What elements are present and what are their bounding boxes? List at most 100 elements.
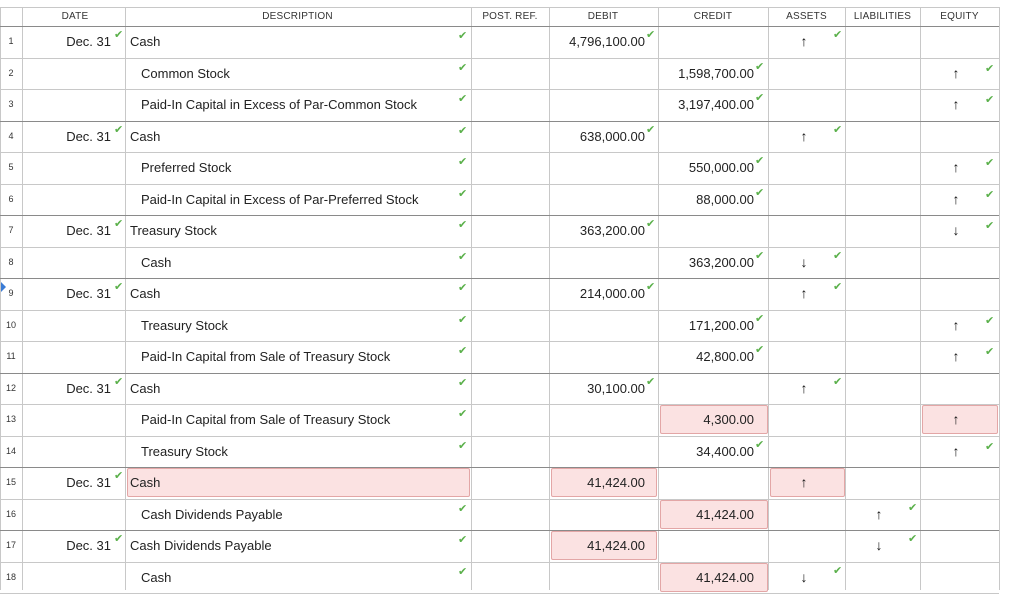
post-ref-field[interactable] xyxy=(472,341,548,372)
description-field[interactable]: Cash xyxy=(141,247,471,278)
description-field[interactable]: Cash xyxy=(130,373,460,404)
credit-field[interactable] xyxy=(660,278,754,309)
description-field[interactable]: Cash xyxy=(130,278,460,309)
credit-field[interactable]: 88,000.00 xyxy=(660,184,754,215)
post-ref-field[interactable] xyxy=(472,310,548,341)
credit-field[interactable] xyxy=(660,26,754,57)
equity-effect-arrow[interactable] xyxy=(946,499,966,530)
debit-field[interactable] xyxy=(552,436,645,467)
assets-effect-arrow[interactable] xyxy=(794,530,814,561)
description-field[interactable]: Cash xyxy=(141,562,471,593)
description-field[interactable]: Preferred Stock xyxy=(141,152,471,183)
post-ref-field[interactable] xyxy=(472,373,548,404)
post-ref-field[interactable] xyxy=(472,278,548,309)
date-cell[interactable] xyxy=(29,341,111,372)
liabilities-effect-arrow[interactable] xyxy=(869,373,889,404)
debit-field[interactable]: 41,424.00 xyxy=(552,530,645,561)
post-ref-field[interactable] xyxy=(472,562,548,593)
credit-field[interactable] xyxy=(660,373,754,404)
debit-field[interactable]: 638,000.00 xyxy=(552,121,645,152)
debit-field[interactable]: 4,796,100.00 xyxy=(552,26,645,57)
post-ref-field[interactable] xyxy=(472,26,548,57)
assets-effect-arrow[interactable] xyxy=(794,341,814,372)
liabilities-effect-arrow[interactable] xyxy=(869,436,889,467)
date-cell[interactable] xyxy=(29,562,111,593)
credit-field[interactable] xyxy=(660,530,754,561)
equity-effect-arrow[interactable]: ↑ xyxy=(946,152,966,183)
assets-effect-arrow[interactable] xyxy=(794,152,814,183)
liabilities-effect-arrow[interactable]: ↓ xyxy=(869,530,889,561)
assets-effect-arrow[interactable] xyxy=(794,310,814,341)
description-field[interactable]: Paid-In Capital from Sale of Treasury St… xyxy=(141,341,471,372)
date-cell[interactable]: Dec. 31 xyxy=(29,215,111,246)
equity-effect-arrow[interactable] xyxy=(946,562,966,593)
credit-field[interactable]: 34,400.00 xyxy=(660,436,754,467)
debit-field[interactable] xyxy=(552,310,645,341)
description-field[interactable]: Cash Dividends Payable xyxy=(130,530,460,561)
equity-effect-arrow[interactable]: ↑ xyxy=(946,310,966,341)
assets-effect-arrow[interactable]: ↑ xyxy=(794,467,814,498)
equity-effect-arrow[interactable] xyxy=(946,26,966,57)
equity-effect-arrow[interactable] xyxy=(946,278,966,309)
description-field[interactable]: Cash xyxy=(130,121,460,152)
liabilities-effect-arrow[interactable]: ↑ xyxy=(869,499,889,530)
debit-field[interactable]: 214,000.00 xyxy=(552,278,645,309)
description-field[interactable]: Treasury Stock xyxy=(141,436,471,467)
debit-field[interactable]: 363,200.00 xyxy=(552,215,645,246)
liabilities-effect-arrow[interactable] xyxy=(869,121,889,152)
post-ref-field[interactable] xyxy=(472,247,548,278)
assets-effect-arrow[interactable]: ↑ xyxy=(794,26,814,57)
debit-field[interactable] xyxy=(552,247,645,278)
date-cell[interactable]: Dec. 31 xyxy=(29,121,111,152)
post-ref-field[interactable] xyxy=(472,184,548,215)
liabilities-effect-arrow[interactable] xyxy=(869,184,889,215)
date-cell[interactable] xyxy=(29,152,111,183)
equity-effect-arrow[interactable]: ↑ xyxy=(946,58,966,89)
description-field[interactable]: Paid-In Capital in Excess of Par-Common … xyxy=(141,89,471,120)
assets-effect-arrow[interactable] xyxy=(794,436,814,467)
description-field[interactable]: Paid-In Capital from Sale of Treasury St… xyxy=(141,404,471,435)
date-cell[interactable] xyxy=(29,436,111,467)
assets-effect-arrow[interactable] xyxy=(794,499,814,530)
date-cell[interactable]: Dec. 31 xyxy=(29,373,111,404)
equity-effect-arrow[interactable] xyxy=(946,373,966,404)
post-ref-field[interactable] xyxy=(472,121,548,152)
description-field[interactable]: Common Stock xyxy=(141,58,471,89)
assets-effect-arrow[interactable]: ↓ xyxy=(794,247,814,278)
debit-field[interactable] xyxy=(552,152,645,183)
equity-effect-arrow[interactable]: ↓ xyxy=(946,215,966,246)
assets-effect-arrow[interactable] xyxy=(794,58,814,89)
date-cell[interactable] xyxy=(29,404,111,435)
date-cell[interactable] xyxy=(29,58,111,89)
equity-effect-arrow[interactable]: ↑ xyxy=(946,404,966,435)
liabilities-effect-arrow[interactable] xyxy=(869,278,889,309)
description-field[interactable]: Cash Dividends Payable xyxy=(141,499,471,530)
liabilities-effect-arrow[interactable] xyxy=(869,247,889,278)
assets-effect-arrow[interactable] xyxy=(794,404,814,435)
liabilities-effect-arrow[interactable] xyxy=(869,26,889,57)
assets-effect-arrow[interactable]: ↑ xyxy=(794,278,814,309)
credit-field[interactable]: 550,000.00 xyxy=(660,152,754,183)
date-cell[interactable]: Dec. 31 xyxy=(29,530,111,561)
date-cell[interactable] xyxy=(29,247,111,278)
credit-field[interactable]: 363,200.00 xyxy=(660,247,754,278)
debit-field[interactable] xyxy=(552,499,645,530)
debit-field[interactable] xyxy=(552,562,645,593)
post-ref-field[interactable] xyxy=(472,467,548,498)
date-cell[interactable]: Dec. 31 xyxy=(29,26,111,57)
assets-effect-arrow[interactable]: ↑ xyxy=(794,373,814,404)
date-cell[interactable] xyxy=(29,89,111,120)
equity-effect-arrow[interactable] xyxy=(946,247,966,278)
post-ref-field[interactable] xyxy=(472,89,548,120)
debit-field[interactable]: 41,424.00 xyxy=(552,467,645,498)
equity-effect-arrow[interactable]: ↑ xyxy=(946,341,966,372)
equity-effect-arrow[interactable] xyxy=(946,530,966,561)
credit-field[interactable]: 42,800.00 xyxy=(660,341,754,372)
liabilities-effect-arrow[interactable] xyxy=(869,152,889,183)
liabilities-effect-arrow[interactable] xyxy=(869,562,889,593)
assets-effect-arrow[interactable] xyxy=(794,215,814,246)
assets-effect-arrow[interactable] xyxy=(794,89,814,120)
post-ref-field[interactable] xyxy=(472,499,548,530)
liabilities-effect-arrow[interactable] xyxy=(869,89,889,120)
liabilities-effect-arrow[interactable] xyxy=(869,467,889,498)
